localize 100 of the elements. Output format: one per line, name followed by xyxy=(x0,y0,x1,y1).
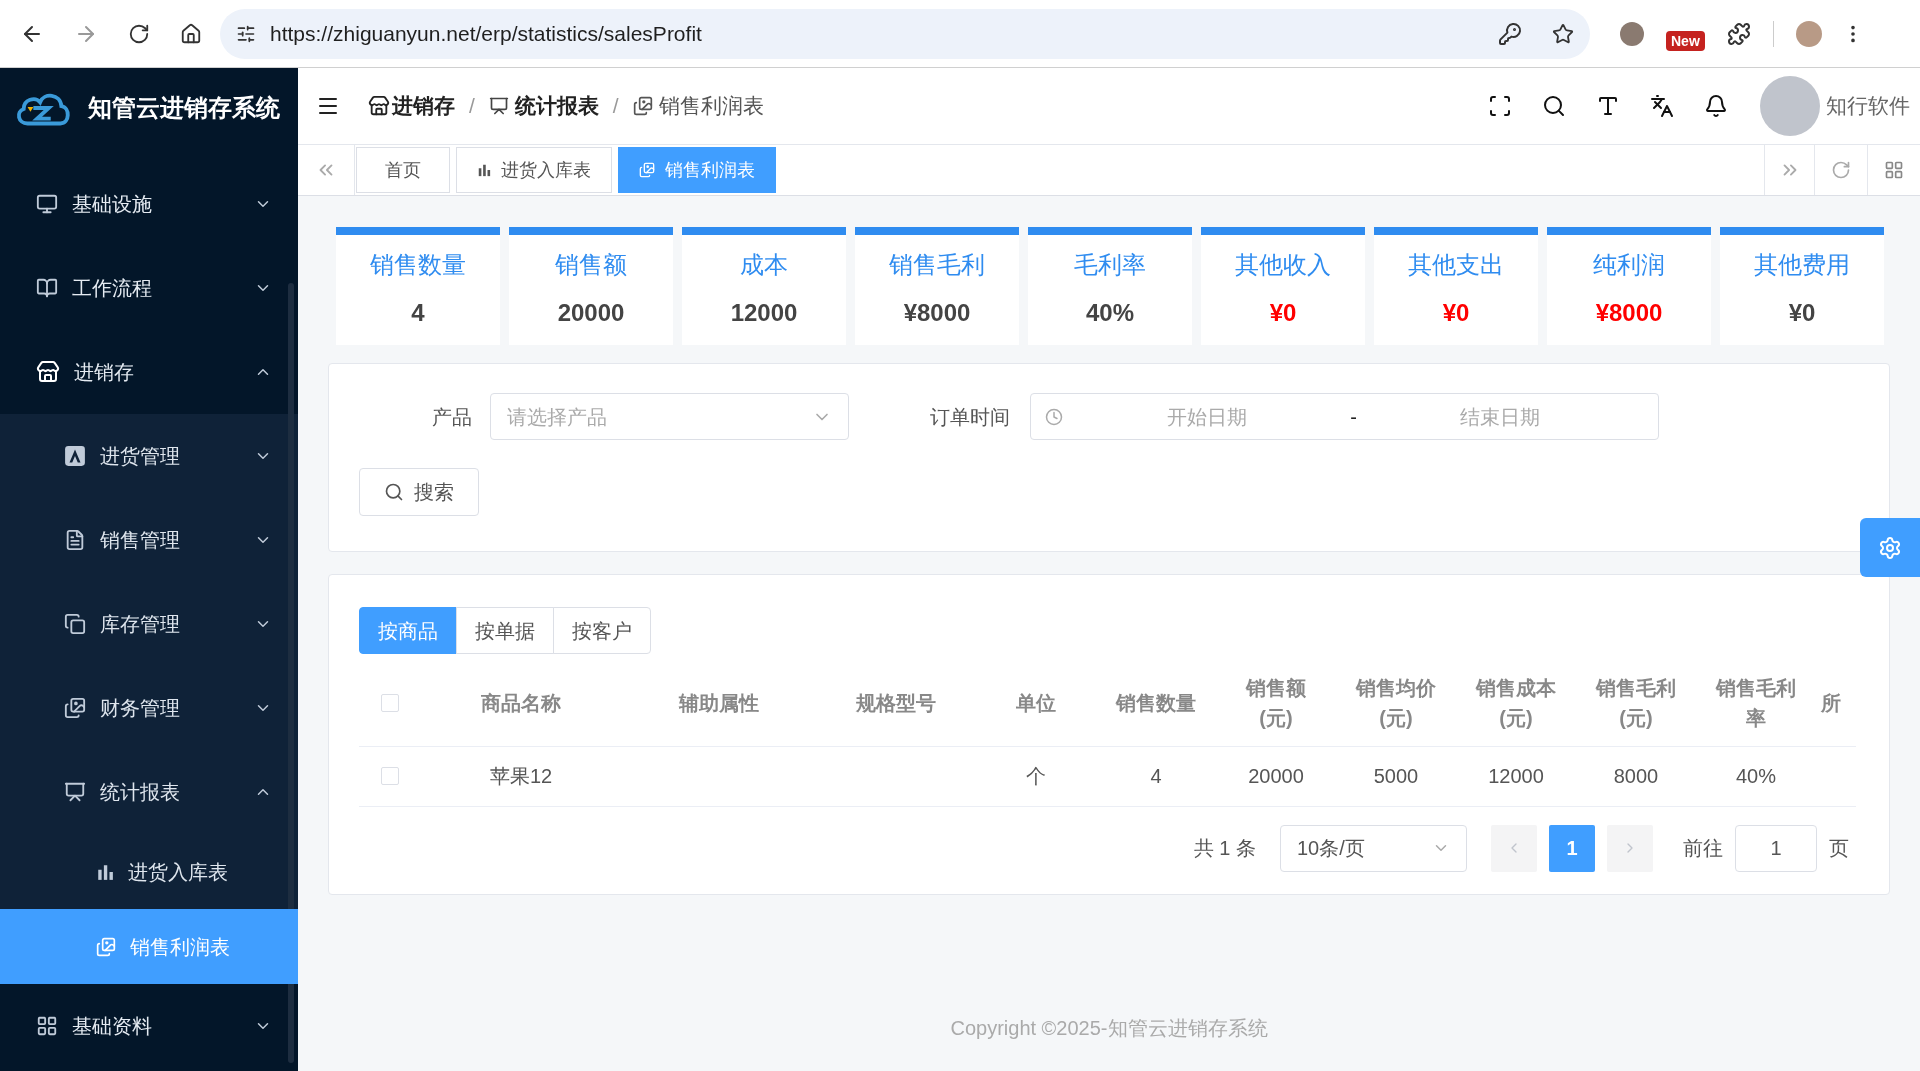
view-tab[interactable]: 按客户 xyxy=(553,607,651,654)
monitor-icon xyxy=(36,193,58,215)
order-time-label: 订单时间 xyxy=(929,404,1010,430)
bar-chart-icon xyxy=(96,862,114,881)
a-box-icon xyxy=(64,445,86,467)
column-header: 辅助属性 xyxy=(677,690,760,716)
column-header: 单位 xyxy=(1015,690,1057,716)
document-icon xyxy=(64,529,86,551)
reload-icon[interactable] xyxy=(128,22,150,45)
grid-icon[interactable] xyxy=(1884,160,1904,180)
stat-value: 40% xyxy=(1085,298,1134,328)
images-icon xyxy=(632,96,653,116)
sidebar-item[interactable]: 销售管理 xyxy=(0,498,298,582)
user-name[interactable]: 知行软件 xyxy=(1826,90,1910,122)
translate-icon[interactable] xyxy=(1650,94,1674,118)
breadcrumb-item[interactable]: 进销存 xyxy=(392,90,455,122)
table-cell: 苹果12 xyxy=(489,765,553,787)
column-header: 销售均价(元) xyxy=(1354,675,1437,731)
table-cell: 20000 xyxy=(1248,765,1304,787)
product-label: 产品 xyxy=(431,404,472,430)
sidebar-item[interactable]: 库存管理 xyxy=(0,582,298,666)
column-header: 所 xyxy=(1821,690,1842,716)
page-input[interactable]: 1 xyxy=(1735,824,1817,872)
stat-label: 毛利率 xyxy=(1074,250,1146,280)
fullscreen-icon[interactable] xyxy=(1488,94,1512,118)
sidebar-item[interactable]: 基础资料 xyxy=(0,984,298,1068)
new-badge[interactable]: New xyxy=(1666,30,1705,51)
view-tab[interactable]: 按单据 xyxy=(456,607,554,654)
notification-icon[interactable] xyxy=(1704,94,1728,118)
profile-avatar[interactable] xyxy=(1620,21,1644,46)
stat-value: 4 xyxy=(411,298,425,328)
stat-label: 其他收入 xyxy=(1235,250,1331,280)
extensions-icon[interactable] xyxy=(1726,21,1751,46)
column-header: 销售额(元) xyxy=(1244,675,1307,731)
column-header: 规格型号 xyxy=(855,690,937,716)
goto-label: 前往 xyxy=(1683,836,1723,861)
stat-label: 成本 xyxy=(740,250,788,280)
total-count: 共 1 条 xyxy=(1193,836,1256,861)
copyright-text: Copyright ©2025-知管云进销存系统 xyxy=(950,1016,1268,1041)
store-icon xyxy=(36,360,60,384)
breadcrumb-item[interactable]: 统计报表 xyxy=(514,90,599,122)
stat-value: ¥8000 xyxy=(903,298,971,328)
page-tab[interactable]: 首页 xyxy=(356,147,450,193)
page-tab[interactable]: 进货入库表 xyxy=(456,147,612,193)
book-icon xyxy=(36,277,58,299)
column-header: 销售成本(元) xyxy=(1474,675,1557,731)
table-cell: 5000 xyxy=(1373,765,1419,787)
images-icon xyxy=(64,697,86,719)
column-header: 销售毛利率 xyxy=(1714,675,1797,731)
stat-value: 12000 xyxy=(730,298,798,328)
settings-button[interactable] xyxy=(1860,518,1920,577)
page-size-select[interactable]: 10条/页 xyxy=(1280,824,1467,872)
stat-label: 销售数量 xyxy=(370,250,466,280)
url-text: https://zhiguanyun.net/erp/statistics/salesProfit xyxy=(270,20,703,47)
table-cell: 40% xyxy=(1736,765,1776,787)
sidebar-item[interactable]: 财务管理 xyxy=(0,666,298,750)
sidebar-item[interactable]: 进货入库表 xyxy=(0,834,298,909)
search-icon xyxy=(384,482,404,502)
search-button[interactable]: 搜索 xyxy=(359,468,479,516)
sidebar-item[interactable]: 基础设施 xyxy=(0,162,298,246)
bookmark-star-icon[interactable] xyxy=(1552,22,1574,45)
table-cell: 8000 xyxy=(1613,765,1659,787)
brand-name: 知管云进销存系统 xyxy=(88,93,280,123)
checkbox[interactable] xyxy=(381,767,399,785)
home-icon[interactable] xyxy=(180,22,202,45)
stat-value: ¥8000 xyxy=(1595,298,1663,328)
presentation-icon xyxy=(488,96,509,116)
stat-label: 其他费用 xyxy=(1754,250,1850,280)
font-size-icon[interactable] xyxy=(1596,94,1620,118)
stat-label: 纯利润 xyxy=(1593,250,1665,280)
column-header: 销售毛利(元) xyxy=(1594,675,1677,731)
sidebar-item[interactable]: 工作流程 xyxy=(0,246,298,330)
user-avatar[interactable] xyxy=(1795,20,1822,47)
table-cell: 个 xyxy=(1026,765,1046,787)
store-icon xyxy=(368,95,390,117)
images-icon xyxy=(639,162,655,178)
stat-value: 20000 xyxy=(557,298,625,328)
search-icon[interactable] xyxy=(1542,94,1566,118)
settings-icon xyxy=(1878,535,1902,560)
breadcrumb-item: 销售利润表 xyxy=(658,93,764,120)
checkbox[interactable] xyxy=(381,693,399,712)
page-suffix: 页 xyxy=(1829,836,1849,861)
table-cell: 12000 xyxy=(1488,765,1544,787)
column-header: 商品名称 xyxy=(480,690,562,716)
key-icon[interactable] xyxy=(1498,21,1522,46)
sidebar-item[interactable]: 统计报表 xyxy=(0,750,298,834)
stat-value: ¥0 xyxy=(1269,298,1297,328)
stat-value: ¥0 xyxy=(1788,298,1816,328)
presentation-icon xyxy=(64,781,86,803)
stat-label: 销售毛利 xyxy=(889,250,985,280)
images-icon xyxy=(96,936,116,957)
sidebar-item[interactable]: 进货管理 xyxy=(0,414,298,498)
copy-icon xyxy=(64,613,86,635)
breadcrumb-separator: / xyxy=(612,93,619,120)
stat-value: ¥0 xyxy=(1442,298,1470,328)
table-cell: 4 xyxy=(1150,765,1162,787)
site-settings-icon[interactable] xyxy=(236,23,256,44)
stat-label: 销售额 xyxy=(555,250,627,280)
address-bar[interactable]: https://zhiguanyun.net/erp/statistics/salesProfit xyxy=(220,8,1590,59)
sidebar-item[interactable]: 进销存 xyxy=(0,330,298,414)
